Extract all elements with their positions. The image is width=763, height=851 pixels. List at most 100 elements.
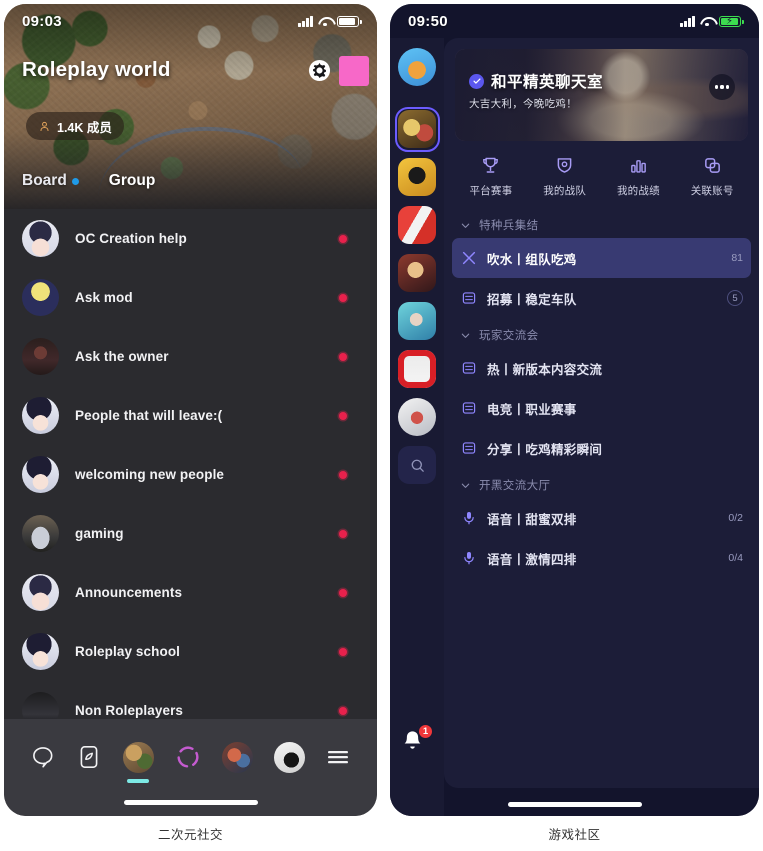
- unread-indicator: [339, 647, 347, 656]
- microphone-icon: [460, 550, 477, 567]
- link-copy-icon: [704, 158, 720, 173]
- battery-icon: [337, 15, 362, 27]
- avatar: [22, 574, 59, 611]
- server-brawl-stars[interactable]: [398, 158, 436, 196]
- section-label: 玩家交流会: [479, 330, 539, 342]
- tab-group-label: Group: [108, 172, 156, 189]
- action-my-team[interactable]: 我的战队: [534, 155, 596, 198]
- list-item[interactable]: Ask the owner: [4, 327, 377, 386]
- server-slogan: 大吉大利，今晚吃鸡！: [469, 98, 577, 110]
- member-count-label: 1.4K 成员: [57, 120, 112, 135]
- avatar: [22, 515, 59, 552]
- list-item[interactable]: OC Creation help: [4, 209, 377, 268]
- section-header-players-meetup[interactable]: 玩家交流会: [444, 318, 759, 348]
- server-panel: 和平精英聊天室 大吉大利，今晚吃鸡！ 平台赛事 我的战队 我的战绩 关联账号 特…: [444, 38, 759, 788]
- list-item-label: Non Roleplayers: [75, 703, 184, 718]
- action-label: 平台赛事: [469, 185, 513, 197]
- server-rail[interactable]: 1: [390, 38, 444, 816]
- list-item[interactable]: gaming: [4, 504, 377, 563]
- server-hero-game[interactable]: [398, 254, 436, 292]
- channel-item[interactable]: 招募丨稳定车队 5: [452, 278, 751, 318]
- channel-badge: 5: [727, 290, 743, 306]
- more-horizontal-icon[interactable]: [709, 74, 735, 100]
- user-avatar-emoji[interactable]: [398, 48, 436, 86]
- action-label: 我的战绩: [616, 185, 660, 197]
- nav-menu[interactable]: [325, 744, 351, 770]
- channel-item[interactable]: 语音丨激情四排 0/4: [452, 538, 751, 578]
- channel-name: 电竞丨职业赛事: [487, 402, 577, 417]
- tab-group[interactable]: Group: [109, 172, 156, 190]
- server-blue-hair-game[interactable]: [398, 302, 436, 340]
- chat-bubble-icon: [33, 747, 53, 768]
- nav-ring[interactable]: [174, 743, 202, 771]
- channel-item[interactable]: 吹水丨组队吃鸡 81: [452, 238, 751, 278]
- list-item-label: OC Creation help: [75, 231, 187, 246]
- channel-name: 吹水丨组队吃鸡: [487, 252, 577, 267]
- menu-hamburger-icon: [327, 751, 348, 764]
- cellular-signal-icon: [680, 15, 695, 27]
- action-label: 关联账号: [690, 185, 734, 197]
- unread-indicator: [339, 529, 347, 538]
- nav-community[interactable]: [222, 741, 254, 773]
- channel-item[interactable]: 分享丨吃鸡精彩瞬间: [452, 428, 751, 468]
- search-icon[interactable]: [398, 446, 436, 484]
- hero-tabs: Board Group: [22, 172, 155, 190]
- server-empire-game[interactable]: [398, 350, 436, 388]
- channel-name: 热丨新版本内容交流: [487, 362, 603, 377]
- home-indicator: [507, 802, 642, 807]
- server-banner[interactable]: 和平精英聊天室 大吉大利，今晚吃鸡！: [455, 49, 748, 141]
- channel-item[interactable]: 电竞丨职业赛事: [452, 388, 751, 428]
- left-status-icons: [298, 15, 362, 27]
- trophy-icon: [483, 157, 499, 173]
- list-item-label: Roleplay school: [75, 644, 181, 659]
- channel-name: 分享丨吃鸡精彩瞬间: [487, 442, 603, 457]
- left-clock: 09:03: [22, 12, 62, 30]
- section-label: 开黑交流大厅: [479, 480, 551, 492]
- channel-item[interactable]: 语音丨甜蜜双排 0/2: [452, 498, 751, 538]
- left-phone-frame: 09:03 Roleplay world 1.4K 成员 Board Group…: [4, 4, 377, 816]
- quick-actions-row: 平台赛事 我的战队 我的战绩 关联账号: [444, 141, 759, 208]
- channel-list[interactable]: OC Creation help Ask mod Ask the owner P…: [4, 209, 377, 719]
- action-linked-account[interactable]: 关联账号: [681, 155, 743, 198]
- list-item[interactable]: Roleplay school: [4, 622, 377, 681]
- pink-badge-block[interactable]: [339, 56, 369, 86]
- server-circle-game[interactable]: [398, 398, 436, 436]
- section-header-special-forces[interactable]: 特种兵集结: [444, 208, 759, 238]
- bell-icon[interactable]: 1: [399, 724, 433, 758]
- action-my-record[interactable]: 我的战绩: [607, 155, 669, 198]
- list-item[interactable]: Ask mod: [4, 268, 377, 327]
- text-channel-icon: [460, 400, 477, 417]
- channel-capacity: 0/2: [728, 512, 743, 524]
- nav-chat[interactable]: [30, 744, 56, 770]
- list-item[interactable]: welcoming new people: [4, 445, 377, 504]
- unread-indicator: [339, 706, 347, 715]
- tab-board[interactable]: Board: [22, 172, 79, 190]
- channel-item[interactable]: 热丨新版本内容交流: [452, 348, 751, 388]
- list-item[interactable]: People that will leave:(: [4, 386, 377, 445]
- nav-discover[interactable]: [76, 744, 102, 770]
- list-item[interactable]: Announcements: [4, 563, 377, 622]
- avatar: [22, 692, 59, 719]
- gear-icon[interactable]: [308, 59, 331, 82]
- section-header-voice-lobby[interactable]: 开黑交流大厅: [444, 468, 759, 498]
- chat-x-icon: [460, 250, 477, 267]
- avatar: [22, 397, 59, 434]
- tab-board-label: Board: [22, 172, 67, 189]
- avatar: [22, 338, 59, 375]
- home-indicator: [123, 800, 258, 805]
- chevron-down-icon: [461, 333, 470, 338]
- battery-charging-icon: ⚡: [719, 15, 744, 27]
- microphone-icon: [460, 510, 477, 527]
- action-tournaments[interactable]: 平台赛事: [460, 155, 522, 198]
- shield-icon: [557, 158, 572, 173]
- bottom-nav: [4, 735, 377, 783]
- avatar: [22, 279, 59, 316]
- nav-profile[interactable]: [273, 741, 305, 773]
- list-item-label: People that will leave:(: [75, 408, 223, 423]
- section-label: 特种兵集结: [479, 220, 539, 232]
- list-item[interactable]: Non Roleplayers: [4, 681, 377, 719]
- unread-indicator: [339, 234, 347, 243]
- server-peace-elite[interactable]: [394, 106, 440, 152]
- nav-world-active[interactable]: [122, 741, 154, 783]
- server-red-game[interactable]: [398, 206, 436, 244]
